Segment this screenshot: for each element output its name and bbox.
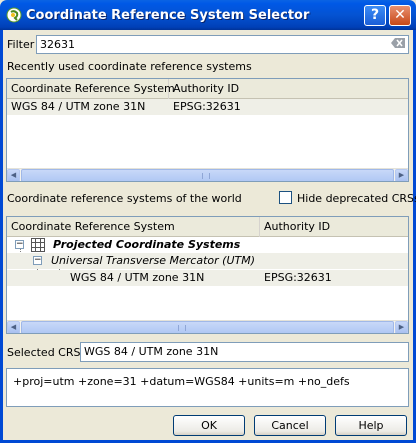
tree-group-row[interactable]: − Projected Coordinate Systems: [7, 237, 408, 253]
world-col-crs[interactable]: Coordinate Reference System: [7, 217, 260, 237]
scroll-thumb[interactable]: [21, 169, 394, 181]
selected-crs-field: WGS 84 / UTM zone 31N: [80, 342, 409, 362]
scroll-left-arrow-icon[interactable]: ◀: [7, 321, 20, 333]
recent-row-crs-name: WGS 84 / UTM zone 31N: [11, 100, 146, 113]
tree-item-authority: EPSG:32631: [264, 271, 332, 284]
recent-crs-label: Recently used coordinate reference syste…: [7, 60, 252, 73]
ok-button[interactable]: OK: [173, 415, 245, 436]
scroll-right-arrow-icon[interactable]: ▶: [395, 169, 408, 181]
help-button[interactable]: Help: [335, 415, 407, 436]
tree-subgroup-row[interactable]: − Universal Transverse Mercator (UTM): [7, 253, 408, 269]
collapse-icon[interactable]: −: [15, 240, 24, 249]
scroll-thumb[interactable]: [21, 321, 394, 333]
recent-col-authority[interactable]: Authority ID: [169, 79, 408, 99]
title-help-button[interactable]: ?: [364, 5, 386, 26]
world-crs-label: Coordinate reference systems of the worl…: [7, 192, 242, 205]
scroll-grip-icon: [202, 173, 210, 179]
hide-deprecated-checkbox[interactable]: [279, 191, 292, 204]
collapse-icon[interactable]: −: [33, 256, 42, 265]
scroll-left-arrow-icon[interactable]: ◀: [7, 169, 20, 181]
title-bar: Coordinate Reference System Selector ? ✕: [0, 0, 416, 30]
cancel-button[interactable]: Cancel: [254, 415, 326, 436]
proj-definition-text: +proj=utm +zone=31 +datum=WGS84 +units=m…: [13, 375, 350, 388]
selected-crs-label: Selected CRS:: [7, 346, 85, 359]
window-title: Coordinate Reference System Selector: [26, 8, 310, 23]
recent-table-header: Coordinate Reference System Authority ID: [7, 79, 408, 99]
recent-table-row[interactable]: WGS 84 / UTM zone 31N EPSG:32631: [7, 99, 408, 115]
scroll-right-arrow-icon[interactable]: ▶: [395, 321, 408, 333]
world-table-header: Coordinate Reference System Authority ID: [7, 217, 408, 237]
hide-deprecated-label[interactable]: Hide deprecated CRSs: [297, 192, 416, 205]
filter-input[interactable]: 32631: [36, 35, 409, 54]
tree-item-row[interactable]: WGS 84 / UTM zone 31N EPSG:32631: [7, 270, 408, 286]
title-close-button[interactable]: ✕: [389, 5, 411, 26]
world-col-authority[interactable]: Authority ID: [260, 217, 408, 237]
filter-label: Filter: [7, 38, 35, 51]
qgis-app-icon: [6, 7, 22, 23]
recent-crs-table[interactable]: Coordinate Reference System Authority ID…: [6, 78, 409, 182]
world-horizontal-scrollbar[interactable]: ◀ ▶: [7, 320, 408, 333]
recent-horizontal-scrollbar[interactable]: ◀ ▶: [7, 168, 408, 181]
tree-item-crs-name: WGS 84 / UTM zone 31N: [70, 271, 205, 284]
world-crs-tree[interactable]: Coordinate Reference System Authority ID…: [6, 216, 409, 334]
grid-icon: [31, 238, 45, 252]
proj-definition-box[interactable]: +proj=utm +zone=31 +datum=WGS84 +units=m…: [6, 368, 409, 407]
tree-group-label: Projected Coordinate Systems: [53, 238, 241, 251]
recent-col-crs[interactable]: Coordinate Reference System: [7, 79, 175, 99]
recent-row-authority: EPSG:32631: [173, 100, 241, 113]
tree-subgroup-label: Universal Transverse Mercator (UTM): [51, 254, 256, 267]
clear-filter-icon[interactable]: [391, 38, 405, 48]
scroll-grip-icon: [178, 325, 186, 331]
